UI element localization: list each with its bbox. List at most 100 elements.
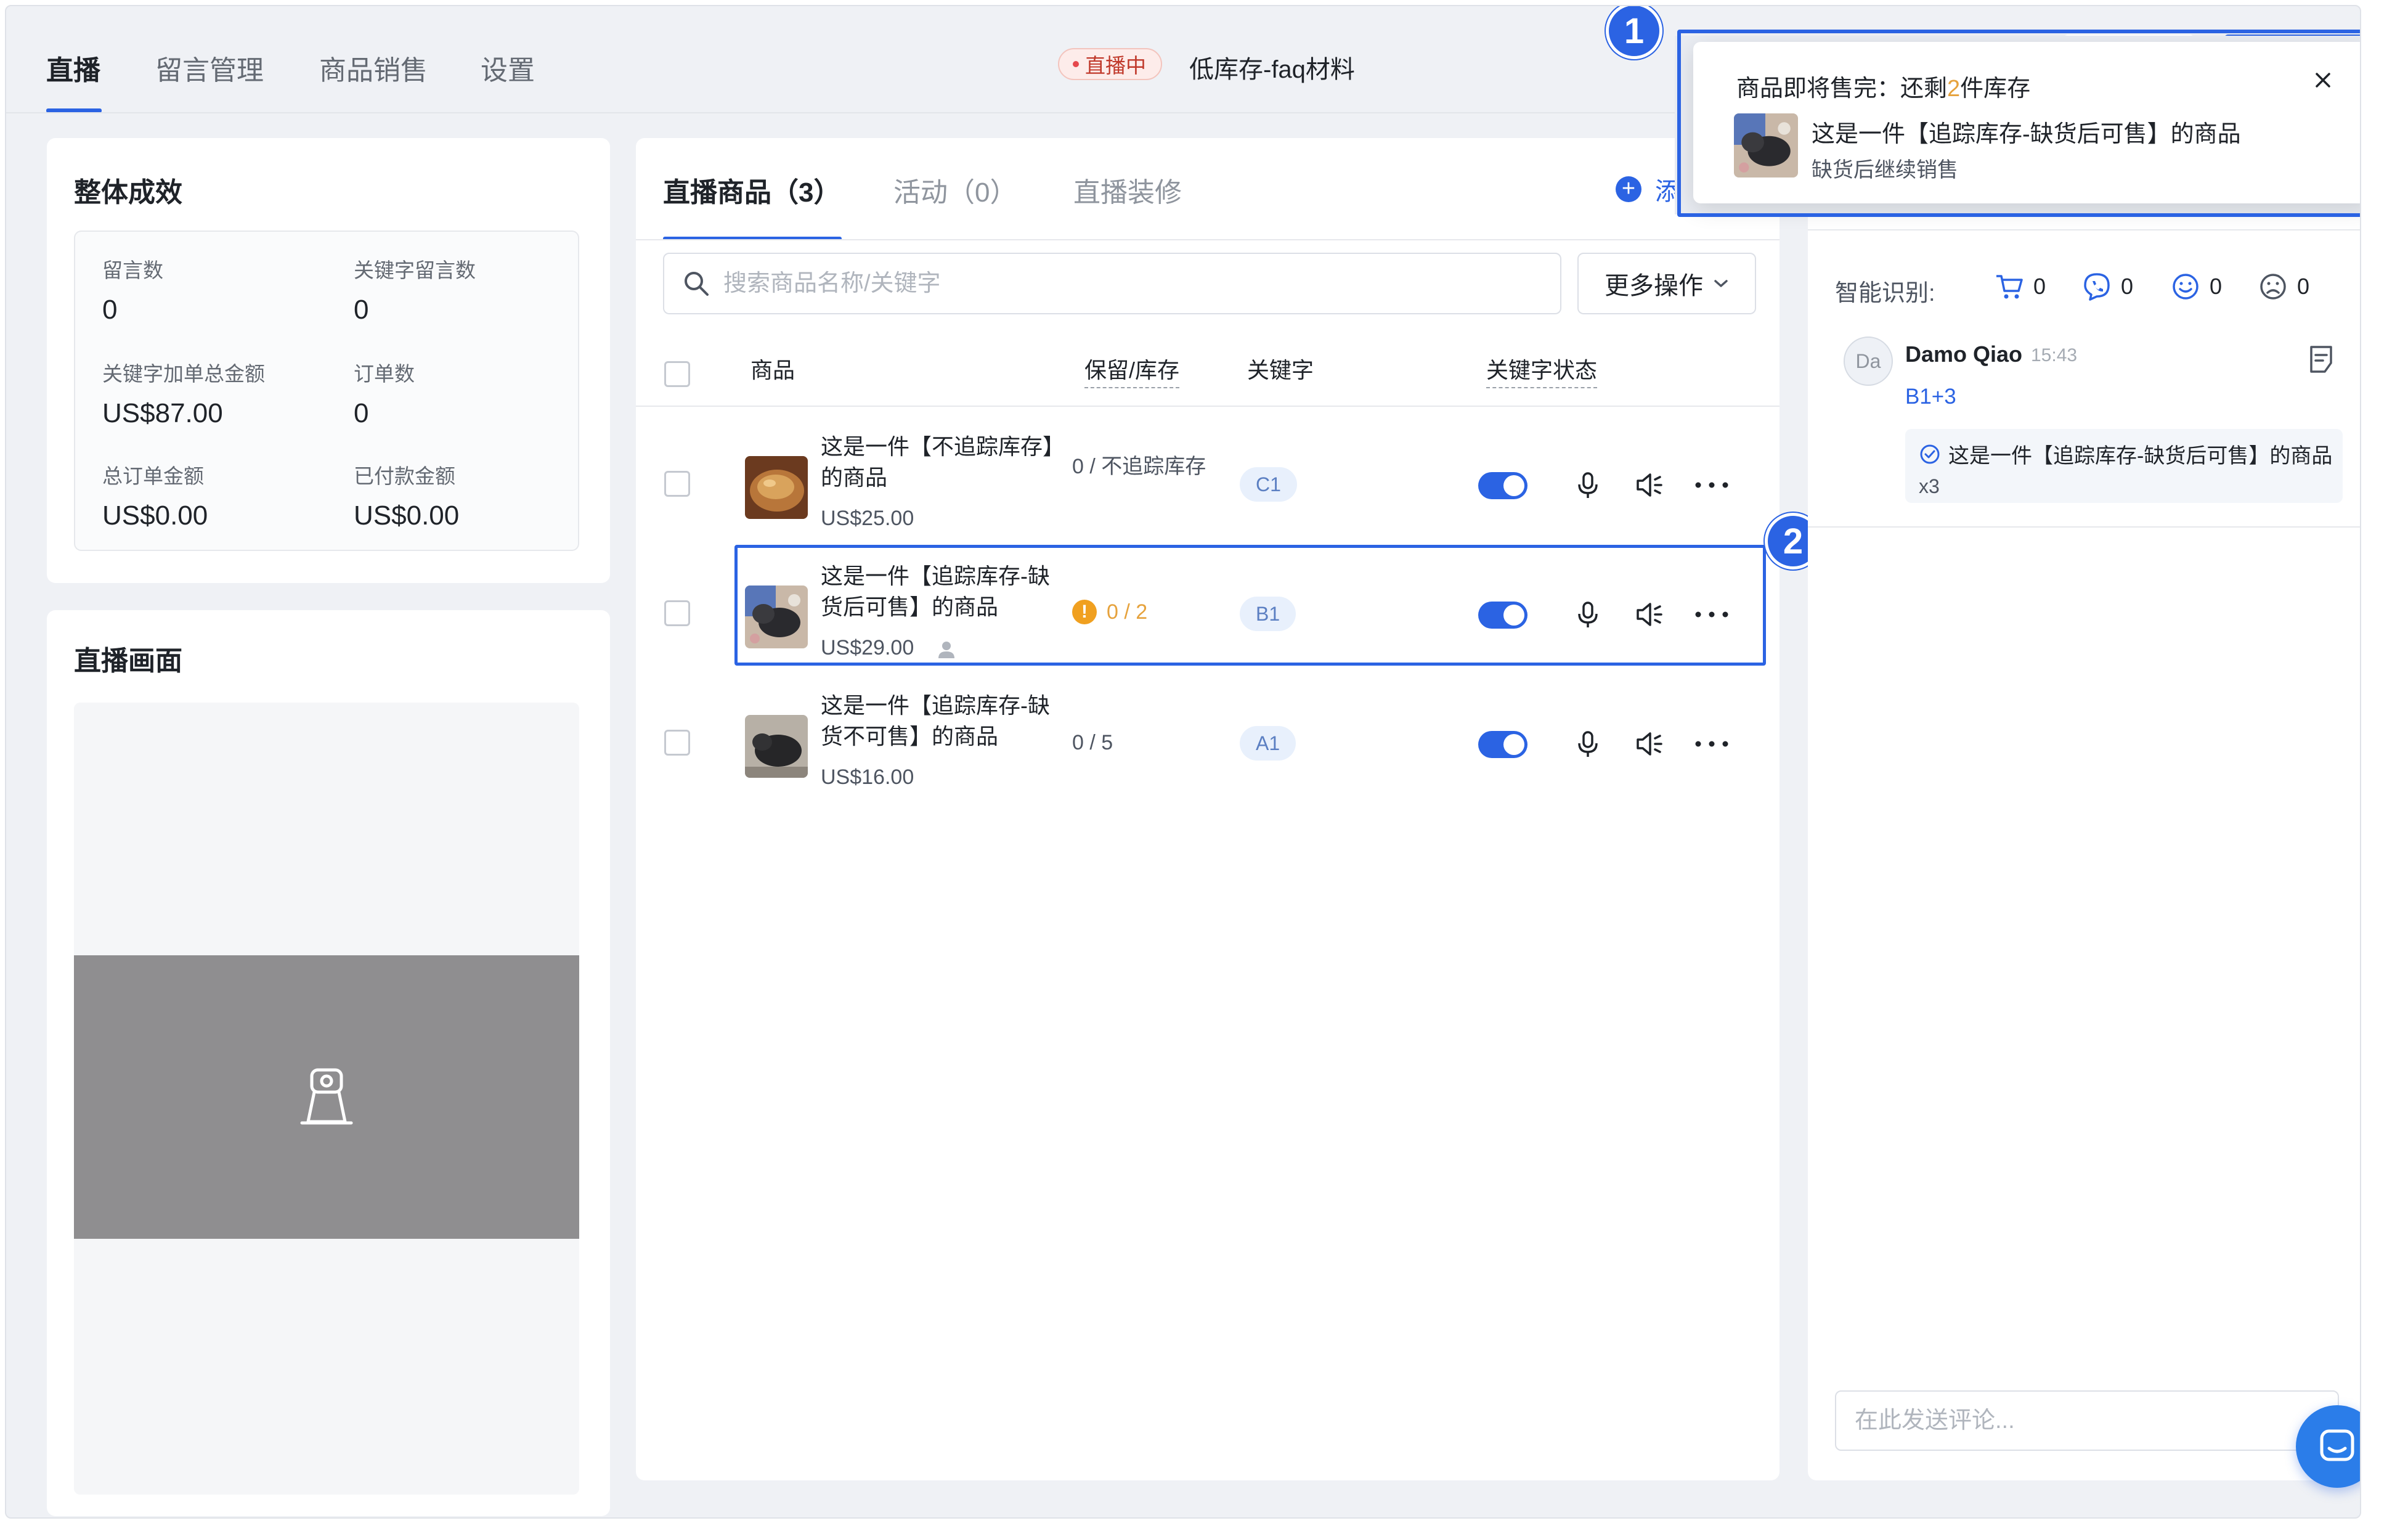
note-icon[interactable] xyxy=(2306,344,2337,375)
live-status-text: 直播中 xyxy=(1085,54,1146,77)
product-stock: 0 / 5 xyxy=(1072,731,1113,754)
performance-card: 整体成效 留言数 0 关键字留言数 0 关键字加单总金额 US$87.00 订单… xyxy=(47,138,610,583)
select-all-checkbox[interactable] xyxy=(664,361,690,387)
app-window: 直播 留言管理 商品销售 设置 直播中 低库存-faq材料 整体成效 留言数 0… xyxy=(5,5,2361,1519)
row-highlight-frame xyxy=(734,545,1766,666)
product-tabs-divider xyxy=(636,239,1780,240)
microphone-icon[interactable] xyxy=(1572,470,1603,500)
live-screen-title: 直播画面 xyxy=(74,646,182,676)
comment-order-card: 这是一件【追踪库存-缺货后可售】的商品 x3 xyxy=(1905,429,2343,503)
product-stock: 0 / 不追踪库存 xyxy=(1072,455,1206,478)
row-checkbox[interactable] xyxy=(664,730,690,756)
check-circle-icon xyxy=(1920,444,1940,463)
more-actions-label: 更多操作 xyxy=(1605,272,1703,300)
product-name: 这是一件【不追踪库存】的商品 xyxy=(821,434,1054,490)
stat-label: 订单数 xyxy=(354,362,415,385)
live-dot-icon xyxy=(1073,61,1079,67)
phone-chat-icon xyxy=(2084,273,2110,301)
stat-keyword-comments: 关键字留言数 0 xyxy=(354,254,588,325)
stat-keyword-order-total: 关键字加单总金额 US$87.00 xyxy=(102,357,336,429)
comment-divider xyxy=(1808,526,2360,528)
smart-counter-value: 0 xyxy=(2033,274,2046,299)
keyword-status-toggle[interactable] xyxy=(1478,472,1527,499)
smart-counter-negative[interactable]: 0 xyxy=(2258,271,2309,302)
tab-live[interactable]: 直播 xyxy=(46,48,100,88)
column-keyword: 关键字 xyxy=(1247,357,1314,383)
comments-panel: 智能识别: 0 0 0 0 Da Damo Qiao 15:43 B1+3 这是… xyxy=(1808,138,2360,1480)
column-product: 商品 xyxy=(750,357,795,383)
stat-value: 0 xyxy=(354,295,369,325)
column-stock: 保留/库存 xyxy=(1084,353,1180,388)
comments-header-divider xyxy=(1808,229,2360,231)
stat-label: 关键字留言数 xyxy=(354,259,476,282)
more-options-icon[interactable] xyxy=(1693,728,1730,759)
search-icon xyxy=(685,272,709,296)
product-price: US$16.00 xyxy=(821,765,914,789)
comment-time: 15:43 xyxy=(2031,345,2078,365)
speaker-icon[interactable] xyxy=(1634,470,1665,500)
stat-label: 已付款金额 xyxy=(354,465,455,488)
more-options-icon[interactable] xyxy=(1693,470,1730,500)
row-checkbox[interactable] xyxy=(664,600,690,626)
stat-paid-amount: 已付款金额 US$0.00 xyxy=(354,460,588,531)
tab-settings[interactable]: 设置 xyxy=(481,48,535,88)
speaker-icon[interactable] xyxy=(1634,728,1665,759)
smart-counter-value: 0 xyxy=(2210,274,2223,299)
stat-total-order-amount: 总订单金额 US$0.00 xyxy=(102,460,336,531)
live-status-badge: 直播中 xyxy=(1058,48,1162,80)
table-header-divider xyxy=(636,406,1780,407)
cart-icon xyxy=(1996,275,2023,299)
smile-icon xyxy=(2173,274,2199,300)
chat-icon xyxy=(2320,1429,2354,1461)
tab-activities[interactable]: 活动（0） xyxy=(893,170,1017,210)
comment-text: B1+3 xyxy=(1905,385,1956,409)
more-actions-button[interactable]: 更多操作 xyxy=(1577,253,1756,314)
order-quantity: x3 xyxy=(1919,475,1940,497)
smart-counter-cart[interactable]: 0 xyxy=(1994,271,2046,302)
stat-value: 0 xyxy=(354,398,369,428)
product-thumbnail xyxy=(745,456,808,519)
column-keyword-status: 关键字状态 xyxy=(1486,353,1598,388)
tab-comment-management[interactable]: 留言管理 xyxy=(155,48,264,88)
tab-live-decoration[interactable]: 直播装修 xyxy=(1073,170,1182,210)
comment-username[interactable]: Damo Qiao xyxy=(1905,341,2022,367)
stat-value: US$87.00 xyxy=(102,398,223,428)
annotation-badge-1: 1 xyxy=(1606,6,1662,59)
video-placeholder xyxy=(74,955,579,1239)
product-price: US$25.00 xyxy=(821,507,914,530)
row-checkbox[interactable] xyxy=(664,471,690,497)
stats-box: 留言数 0 关键字留言数 0 关键字加单总金额 US$87.00 订单数 0 总… xyxy=(74,231,579,551)
smart-counter-value: 0 xyxy=(2121,274,2134,299)
comment-input[interactable] xyxy=(1855,1407,2323,1434)
tab-live-products[interactable]: 直播商品（3） xyxy=(663,170,840,210)
smart-counter-value: 0 xyxy=(2297,274,2310,299)
live-screen-card: 直播画面 xyxy=(47,610,610,1516)
room-name: 低库存-faq材料 xyxy=(1189,56,1355,83)
stat-orders: 订单数 0 xyxy=(354,357,588,429)
live-video-preview xyxy=(74,703,579,1495)
table-row: 这是一件【追踪库存-缺货不可售】的商品 US$16.00 0 / 5 A1 xyxy=(636,678,1780,807)
product-thumbnail xyxy=(745,715,808,778)
product-search xyxy=(663,253,1561,314)
smart-recognition-label: 智能识别: xyxy=(1835,280,1935,306)
products-panel: 直播商品（3） 活动（0） 直播装修 + 添加 更多操作 商品 保留/库存 关键… xyxy=(636,138,1780,1480)
microphone-icon[interactable] xyxy=(1572,728,1603,759)
keyword-status-toggle[interactable] xyxy=(1478,731,1527,758)
stat-comments: 留言数 0 xyxy=(102,254,336,325)
product-search-input[interactable] xyxy=(723,270,1524,297)
performance-title: 整体成效 xyxy=(74,177,182,208)
avatar: Da xyxy=(1844,337,1893,386)
product-image-dog xyxy=(745,715,808,778)
toast-highlight-frame xyxy=(1677,30,2360,217)
stat-value: US$0.00 xyxy=(354,500,460,531)
smart-counter-positive[interactable]: 0 xyxy=(2170,271,2222,302)
stat-label: 总订单金额 xyxy=(102,465,204,488)
stat-value: US$0.00 xyxy=(102,500,208,531)
stat-label: 留言数 xyxy=(102,259,163,282)
smart-counter-inquiry[interactable]: 0 xyxy=(2081,271,2133,302)
order-product-name: 这是一件【追踪库存-缺货后可售】的商品 xyxy=(1948,444,2333,468)
keyword-tag: C1 xyxy=(1240,467,1297,502)
sad-icon xyxy=(2260,274,2286,300)
tab-product-sales[interactable]: 商品销售 xyxy=(319,48,428,88)
stat-label: 关键字加单总金额 xyxy=(102,362,265,385)
